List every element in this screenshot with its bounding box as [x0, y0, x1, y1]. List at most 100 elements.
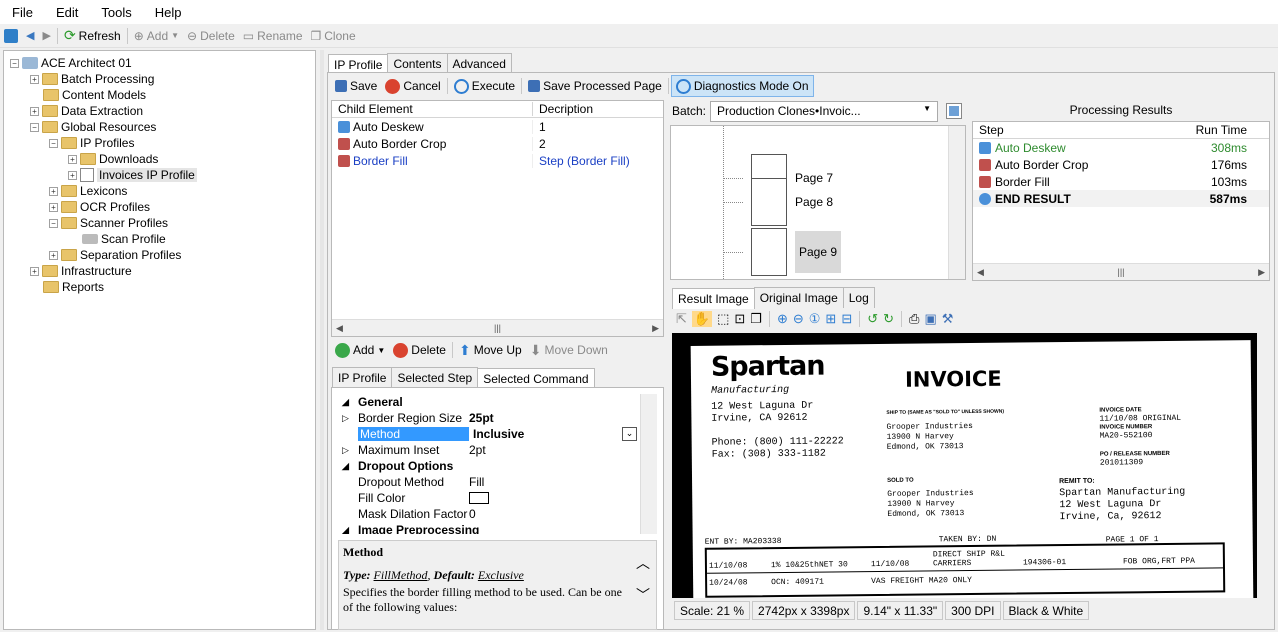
- main-toolbar: ◀ ▶ ⟳ Refresh ⊕ Add ▼ ⊖ Delete ▭ Rename ❐ Clon…: [0, 24, 1278, 48]
- menu-file[interactable]: File: [0, 5, 44, 20]
- category-image-preprocessing[interactable]: ◢ Image Preprocessing: [338, 522, 657, 534]
- tree-node-scanner[interactable]: − Scanner Profiles: [49, 215, 168, 231]
- add-step-button[interactable]: Add ▼: [331, 340, 389, 360]
- table-row[interactable]: Auto Deskew 1: [332, 118, 663, 135]
- col-child-element[interactable]: Child Element: [332, 102, 533, 116]
- tree-node-ipprofiles[interactable]: − IP Profiles: [49, 135, 134, 151]
- print-icon[interactable]: ⎙: [909, 311, 919, 327]
- tree-node-separation[interactable]: + Separation Profiles: [49, 247, 181, 263]
- tree-node-infra[interactable]: + Infrastructure: [30, 263, 132, 279]
- tree-node-root[interactable]: − ACE Architect 01: [10, 55, 132, 71]
- col-description[interactable]: Decription: [533, 102, 593, 116]
- back-button[interactable]: ◀: [22, 26, 38, 46]
- tree-node-batch[interactable]: + Batch Processing: [30, 71, 154, 87]
- splitter[interactable]: [320, 50, 324, 630]
- save-image-icon[interactable]: ▣: [924, 311, 936, 327]
- tab-selected-command[interactable]: Selected Command: [477, 368, 595, 389]
- prop-border-region-size[interactable]: ▷ Border Region Size 25pt: [338, 410, 657, 426]
- page-thumbnail: [751, 228, 787, 276]
- rename-button[interactable]: ▭ Rename: [239, 26, 307, 46]
- tab-log[interactable]: Log: [842, 287, 875, 308]
- add-button[interactable]: ⊕ Add ▼: [130, 26, 183, 46]
- tree-node-lexicons[interactable]: + Lexicons: [49, 183, 127, 199]
- tree-node-scan[interactable]: Scan Profile: [82, 231, 166, 247]
- execute-button[interactable]: Execute: [450, 76, 519, 96]
- save-processed-button[interactable]: Save Processed Page: [524, 76, 666, 96]
- tab-result-image[interactable]: Result Image: [672, 288, 755, 309]
- tree-node-reports[interactable]: Reports: [43, 279, 104, 295]
- property-vscrollbar[interactable]: [640, 394, 657, 534]
- copy-icon[interactable]: ❐: [750, 311, 762, 327]
- help-default-link[interactable]: Exclusive: [478, 568, 524, 582]
- menu-tools[interactable]: Tools: [89, 5, 142, 20]
- tree-node-downloads[interactable]: + Downloads: [68, 151, 158, 167]
- diagnostics-toggle[interactable]: Diagnostics Mode On: [670, 75, 814, 97]
- prop-mask-dilation[interactable]: Mask Dilation Factor 0: [338, 506, 657, 522]
- tab-original-image[interactable]: Original Image: [753, 287, 844, 308]
- zoom-out-icon[interactable]: ⊖: [793, 311, 804, 327]
- tab-contents[interactable]: Contents: [387, 53, 448, 74]
- page-item[interactable]: Page 8: [723, 178, 923, 226]
- table-row[interactable]: Auto Border Crop 176ms: [973, 156, 1269, 173]
- col-step[interactable]: Step: [973, 123, 1179, 137]
- menu-edit[interactable]: Edit: [44, 5, 89, 20]
- move-up-button[interactable]: ⬆ Move Up: [455, 340, 526, 360]
- prop-dropout-method[interactable]: Dropout Method Fill: [338, 474, 657, 490]
- table-row[interactable]: Border Fill 103ms: [973, 173, 1269, 190]
- refresh-button[interactable]: ⟳ Refresh: [60, 26, 125, 46]
- col-run-time[interactable]: Run Time: [1179, 123, 1269, 137]
- page-item[interactable]: Page 9: [723, 228, 923, 276]
- rotate-right-icon[interactable]: ↻: [883, 311, 894, 327]
- batch-select[interactable]: Production Clones•Invoic... ▼: [710, 101, 938, 122]
- tab-advanced[interactable]: Advanced: [446, 53, 512, 74]
- select-region-icon[interactable]: ⬚: [717, 311, 729, 327]
- steps-hscrollbar[interactable]: ◀ ||| ▶: [332, 319, 663, 336]
- clone-button[interactable]: ❐ Clone: [307, 26, 360, 46]
- cancel-button[interactable]: Cancel: [381, 76, 444, 96]
- fit-page-icon[interactable]: ⊞: [825, 311, 836, 327]
- tree-node-extraction[interactable]: + Data Extraction: [30, 103, 143, 119]
- help-type-link[interactable]: FillMethod: [374, 568, 428, 582]
- prop-method[interactable]: Method Inclusive ⌄: [338, 426, 657, 442]
- tab-selected-step[interactable]: Selected Step: [391, 367, 479, 388]
- rotate-left-icon[interactable]: ↺: [867, 311, 878, 327]
- pan-hand-icon[interactable]: ✋: [691, 311, 713, 327]
- folder-icon: [61, 249, 77, 261]
- table-row[interactable]: END RESULT 587ms: [973, 190, 1269, 207]
- expand-icon: ▷: [342, 444, 349, 455]
- tree-node-ocr[interactable]: + OCR Profiles: [49, 199, 150, 215]
- actual-size-icon[interactable]: ①: [809, 311, 821, 327]
- tree-node-global[interactable]: − Global Resources: [30, 119, 156, 135]
- forward-button[interactable]: ▶: [38, 26, 54, 46]
- save-button[interactable]: Save: [331, 76, 381, 96]
- tools-icon[interactable]: ⚒: [942, 311, 954, 327]
- image-viewer[interactable]: Spartan Manufacturing 12 West Laguna Dr …: [672, 333, 1274, 598]
- prop-maximum-inset[interactable]: ▷ Maximum Inset 2pt: [338, 442, 657, 458]
- help-scroll-up-icon[interactable]: ︿: [636, 553, 650, 573]
- zoom-region-icon[interactable]: ⊡: [734, 311, 745, 327]
- category-dropout[interactable]: ◢ Dropout Options: [338, 458, 657, 474]
- results-hscrollbar[interactable]: ◀ ||| ▶: [973, 263, 1269, 280]
- delete-button[interactable]: ⊖ Delete: [183, 26, 239, 46]
- menu-help[interactable]: Help: [143, 5, 193, 20]
- move-down-button[interactable]: ⬇ Move Down: [526, 340, 612, 360]
- zoom-in-icon[interactable]: ⊕: [777, 311, 788, 327]
- tree-node-invoices[interactable]: + Invoices IP Profile: [68, 167, 197, 183]
- pointer-icon[interactable]: ⇱: [676, 311, 687, 327]
- fit-width-icon[interactable]: ⊟: [841, 311, 852, 327]
- tree-node-content[interactable]: Content Models: [43, 87, 146, 103]
- tab-ip-profile-props[interactable]: IP Profile: [332, 367, 393, 388]
- table-row[interactable]: Border Fill Step (Border Fill): [332, 152, 663, 169]
- image-vscrollbar[interactable]: [1257, 333, 1274, 598]
- category-general[interactable]: ◢ General: [338, 394, 657, 410]
- help-scroll-down-icon[interactable]: ﹀: [636, 585, 650, 605]
- thumb-vscrollbar[interactable]: [948, 126, 965, 279]
- batch-browse-button[interactable]: [946, 103, 962, 119]
- delete-step-button[interactable]: Delete: [389, 340, 450, 360]
- refresh-icon: ⟳: [63, 27, 76, 43]
- prop-fill-color[interactable]: Fill Color: [338, 490, 657, 506]
- table-row[interactable]: Auto Border Crop 2: [332, 135, 663, 152]
- table-row[interactable]: Auto Deskew 308ms: [973, 139, 1269, 156]
- dropdown-arrow-icon[interactable]: ⌄: [622, 427, 637, 441]
- home-button[interactable]: [0, 26, 22, 46]
